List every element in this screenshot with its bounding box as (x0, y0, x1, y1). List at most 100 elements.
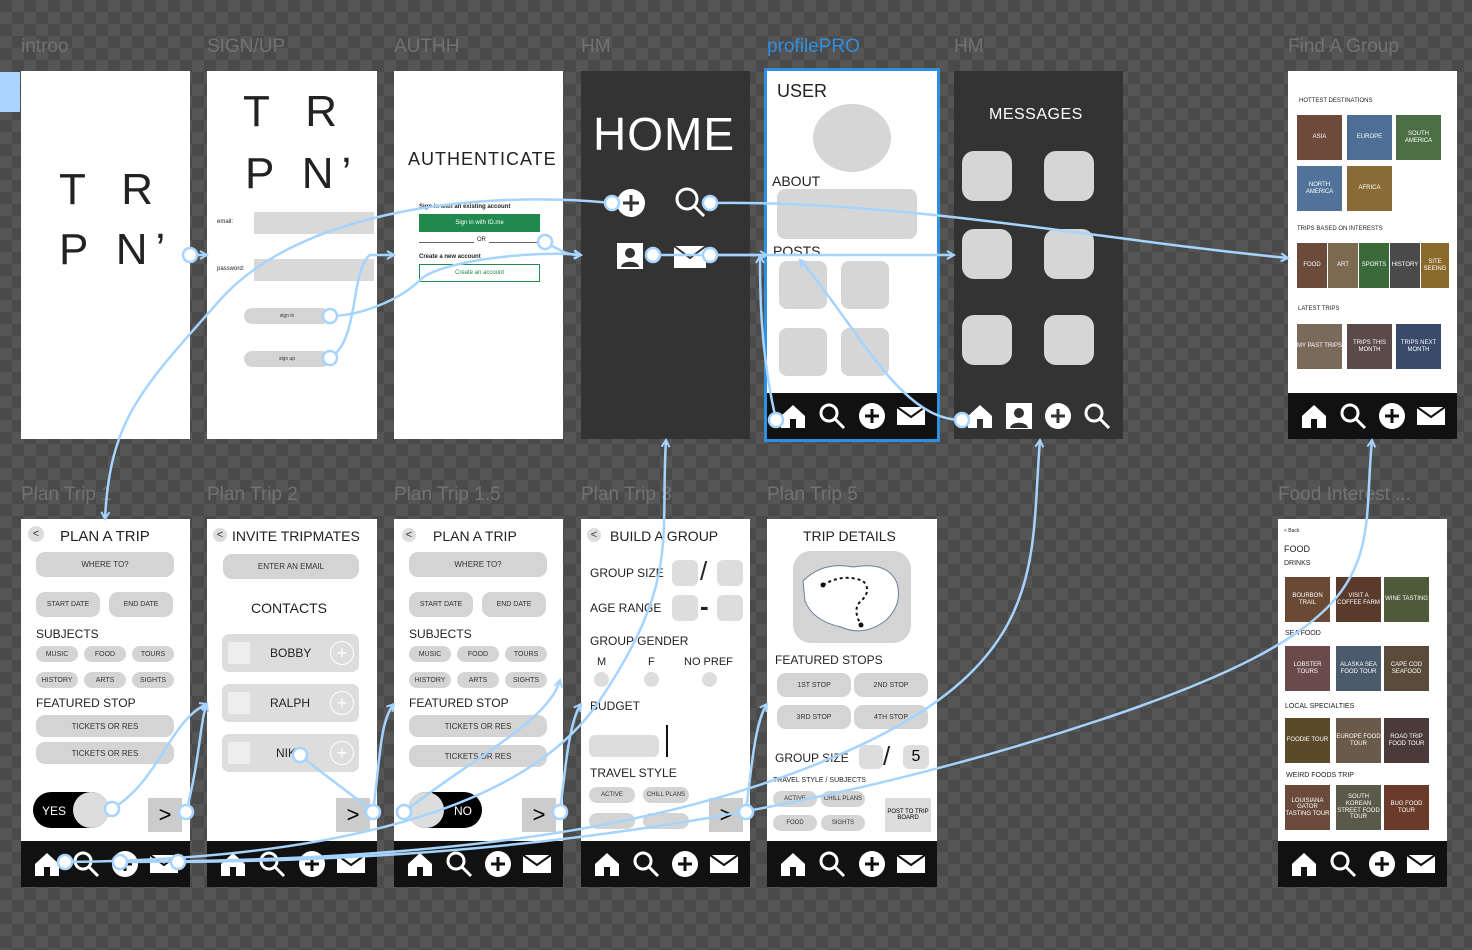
gender-radio[interactable] (702, 672, 717, 687)
profile-icon[interactable] (1004, 401, 1034, 431)
mail-icon[interactable] (673, 245, 707, 269)
post-tile[interactable] (841, 261, 889, 309)
subject-chip[interactable]: TOURS (132, 646, 174, 662)
home-icon[interactable] (1289, 849, 1319, 879)
plus-icon[interactable] (1377, 401, 1407, 431)
enter-email-field[interactable]: ENTER AN EMAIL (223, 554, 359, 579)
style-chip[interactable]: SIGHTS (821, 815, 865, 831)
latest-trip-tile[interactable]: TRIPS THIS MONTH (1347, 324, 1392, 369)
subject-chip[interactable]: ARTS (457, 672, 499, 688)
stop-chip[interactable]: 2ND STOP (854, 673, 928, 697)
plus-icon[interactable] (110, 849, 140, 879)
plus-icon[interactable] (857, 401, 887, 431)
password-field[interactable] (254, 259, 374, 281)
frame-plan-trip-3[interactable]: < BUILD A GROUP GROUP SIZE / AGE RANGE -… (581, 519, 750, 887)
add-contact-icon[interactable]: + (330, 691, 354, 715)
stop-chip[interactable]: 3RD STOP (777, 705, 851, 729)
subject-chip[interactable]: MUSIC (36, 646, 78, 662)
sign-up-button[interactable]: sign up (244, 351, 330, 367)
tickets-field[interactable]: TICKETS OR RES (409, 745, 547, 767)
subject-chip[interactable]: TOURS (505, 646, 547, 662)
message-thread[interactable] (1044, 229, 1094, 279)
contact-row[interactable]: BOBBY + (222, 634, 359, 672)
email-field[interactable] (254, 212, 374, 234)
food-tile[interactable]: VISIT A COFFEE FARM (1336, 577, 1381, 622)
next-button[interactable]: > (336, 798, 370, 832)
frame-label-plan-trip-15[interactable]: Plan Trip 1.5 (394, 484, 501, 506)
mail-icon[interactable] (522, 849, 552, 879)
interest-tile[interactable]: ART (1328, 243, 1358, 288)
food-tile[interactable]: SOUTH KOREAN STREET FOOD TOUR (1336, 785, 1381, 830)
style-chip[interactable]: CHILL PLANS (643, 787, 689, 803)
message-thread[interactable] (1044, 315, 1094, 365)
subject-chip[interactable]: HISTORY (36, 672, 78, 688)
message-thread[interactable] (962, 151, 1012, 201)
mail-icon[interactable] (896, 849, 926, 879)
stop-chip[interactable]: 4TH STOP (854, 705, 928, 729)
frame-label-food-interest[interactable]: Food Interest ... (1278, 484, 1411, 506)
latest-trip-tile[interactable]: MY PAST TRIPS (1297, 324, 1342, 369)
search-icon[interactable] (71, 849, 101, 879)
frame-label-signup[interactable]: SIGN/UP (207, 36, 285, 58)
group-size-max[interactable] (717, 560, 743, 586)
frame-label-plan-trip-1[interactable]: Plan Trip 1 (21, 484, 112, 506)
group-size-current[interactable] (859, 745, 883, 769)
food-tile[interactable]: BOURBON TRAIL (1285, 577, 1330, 622)
search-icon[interactable] (444, 849, 474, 879)
trip-map[interactable] (793, 551, 911, 643)
style-chip[interactable] (643, 813, 689, 829)
subject-chip[interactable]: SIGHTS (132, 672, 174, 688)
start-date-field[interactable]: START DATE (36, 592, 100, 617)
frame-label-profile[interactable]: profilePRO (767, 36, 860, 58)
search-icon[interactable] (817, 849, 847, 879)
idme-sign-in-button[interactable]: Sign in with ID.me (419, 214, 540, 232)
home-icon[interactable] (218, 849, 248, 879)
home-icon[interactable] (1299, 401, 1329, 431)
age-min[interactable] (672, 595, 698, 621)
frame-label-plan-trip-2[interactable]: Plan Trip 2 (207, 484, 298, 506)
back-link[interactable]: < Back (1284, 528, 1299, 534)
post-tile[interactable] (841, 328, 889, 376)
post-to-board-button[interactable]: POST TO TRIP BOARD (885, 798, 931, 832)
where-to-field[interactable]: WHERE TO? (36, 552, 174, 577)
latest-trip-tile[interactable]: TRIPS NEXT MONTH (1396, 324, 1441, 369)
plus-icon[interactable] (615, 187, 647, 219)
back-button[interactable]: < (213, 528, 227, 542)
profile-icon[interactable] (617, 243, 643, 269)
no-toggle[interactable]: NO (408, 792, 482, 828)
frame-label-find-group[interactable]: Find A Group (1288, 36, 1399, 58)
add-contact-icon[interactable]: + (330, 641, 354, 665)
interest-tile[interactable]: HISTORY (1390, 243, 1420, 288)
food-tile[interactable]: WINE TASTING (1384, 577, 1429, 622)
destination-tile[interactable]: SOUTH AMERICA (1396, 115, 1441, 160)
food-tile[interactable]: ALASKA SEA FOOD TOUR (1336, 646, 1381, 691)
frame-intro[interactable]: T R P N’ (21, 71, 190, 439)
home-icon[interactable] (405, 849, 435, 879)
post-tile[interactable] (779, 261, 827, 309)
end-date-field[interactable]: END DATE (109, 592, 173, 617)
food-tile[interactable]: BUG FOOD TOUR (1384, 785, 1429, 830)
mail-icon[interactable] (149, 849, 179, 879)
food-tile[interactable]: ROAD TRIP FOOD TOUR (1384, 718, 1429, 763)
contact-row[interactable]: RALPH + (222, 684, 359, 722)
search-icon[interactable] (1082, 401, 1112, 431)
group-size-max[interactable]: 5 (903, 745, 929, 769)
frame-plan-trip-1[interactable]: < PLAN A TRIP WHERE TO? START DATE END D… (21, 519, 190, 887)
tickets-field[interactable]: TICKETS OR RES (36, 715, 174, 737)
frame-find-group[interactable]: HOTTEST DESTINATIONS ASIA EUROPE SOUTH A… (1288, 71, 1457, 439)
subject-chip[interactable]: FOOD (457, 646, 499, 662)
plus-icon[interactable] (1043, 401, 1073, 431)
frame-plan-trip-2[interactable]: < INVITE TRIPMATES ENTER AN EMAIL CONTAC… (207, 519, 377, 887)
plus-icon[interactable] (857, 849, 887, 879)
post-tile[interactable] (779, 328, 827, 376)
subject-chip[interactable]: HISTORY (409, 672, 451, 688)
back-button[interactable]: < (587, 528, 601, 542)
interest-tile[interactable]: FOOD (1297, 243, 1327, 288)
start-date-field[interactable]: START DATE (409, 592, 473, 617)
back-button[interactable]: < (402, 528, 416, 542)
frame-label-plan-trip-5[interactable]: Plan Trip 5 (767, 484, 858, 506)
group-size-min[interactable] (672, 560, 698, 586)
contact-row[interactable]: NIK + (222, 734, 359, 772)
food-tile[interactable]: FOODIE TOUR (1285, 718, 1330, 763)
frame-home[interactable]: HOME (581, 71, 750, 439)
